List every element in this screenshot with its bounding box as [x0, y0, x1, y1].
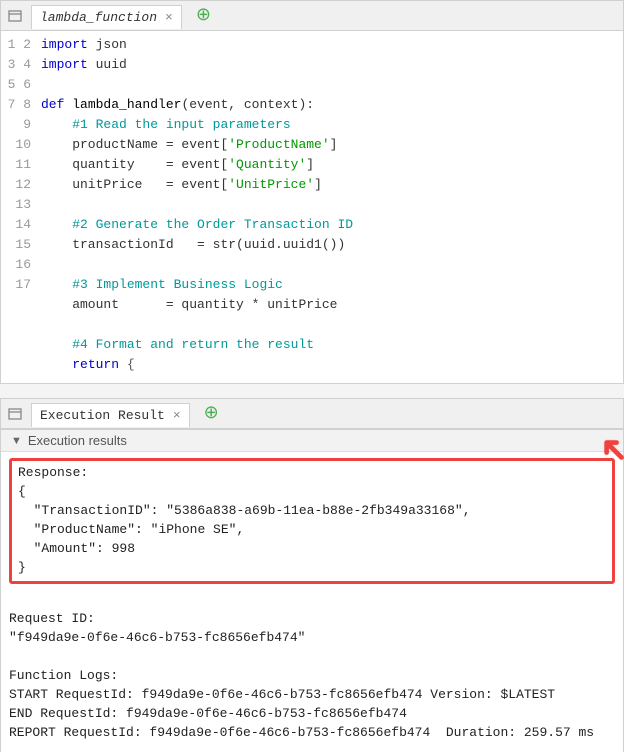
window-icon — [5, 404, 25, 424]
code-content[interactable]: import json import uuid def lambda_handl… — [41, 35, 623, 375]
results-tab-bar: Execution Result × ⊕ — [1, 399, 623, 429]
window-icon — [5, 6, 25, 26]
response-label: Response: — [18, 465, 88, 480]
editor-tab-label: lambda_function — [40, 10, 157, 25]
request-id-value: f949da9e-0f6e-46c6-b753-fc8656efb474 — [17, 630, 298, 645]
plus-icon: ⊕ — [196, 7, 211, 25]
new-tab-button[interactable]: ⊕ — [204, 405, 219, 423]
plus-icon: ⊕ — [204, 405, 219, 423]
code-editor-panel: lambda_function × ⊕ 1 2 3 4 5 6 7 8 9 10… — [0, 0, 624, 384]
close-icon[interactable]: × — [173, 408, 181, 423]
editor-tab[interactable]: lambda_function × — [31, 5, 182, 29]
response-amount: 998 — [112, 541, 135, 556]
close-icon[interactable]: × — [165, 10, 173, 25]
results-tab[interactable]: Execution Result × — [31, 403, 190, 427]
response-highlight-box: ➜Response: { "TransactionID": "5386a838-… — [9, 458, 615, 584]
results-panel: Execution Result × ⊕ ▼ Execution results… — [0, 398, 624, 752]
code-area[interactable]: 1 2 3 4 5 6 7 8 9 10 11 12 13 14 15 16 1… — [1, 31, 623, 383]
disclosure-triangle-icon[interactable]: ▼ — [11, 435, 22, 447]
results-header-label: Execution results — [28, 433, 127, 448]
request-id-label: Request ID: — [9, 611, 95, 626]
new-tab-button[interactable]: ⊕ — [196, 7, 211, 25]
log-line-start: START RequestId: f949da9e-0f6e-46c6-b753… — [9, 687, 555, 702]
logs-label: Function Logs: — [9, 668, 118, 683]
log-line-report: REPORT RequestId: f949da9e-0f6e-46c6-b75… — [9, 725, 594, 740]
log-line-end: END RequestId: f949da9e-0f6e-46c6-b753-f… — [9, 706, 407, 721]
editor-tab-bar: lambda_function × ⊕ — [1, 1, 623, 31]
response-transaction-id: 5386a838-a69b-11ea-b88e-2fb349a33168 — [174, 503, 455, 518]
results-tab-label: Execution Result — [40, 408, 165, 423]
results-body: ➜Response: { "TransactionID": "5386a838-… — [1, 452, 623, 752]
line-gutter: 1 2 3 4 5 6 7 8 9 10 11 12 13 14 15 16 1… — [1, 35, 41, 375]
results-header[interactable]: ▼ Execution results — [1, 429, 623, 452]
response-product-name: iPhone SE — [158, 522, 228, 537]
